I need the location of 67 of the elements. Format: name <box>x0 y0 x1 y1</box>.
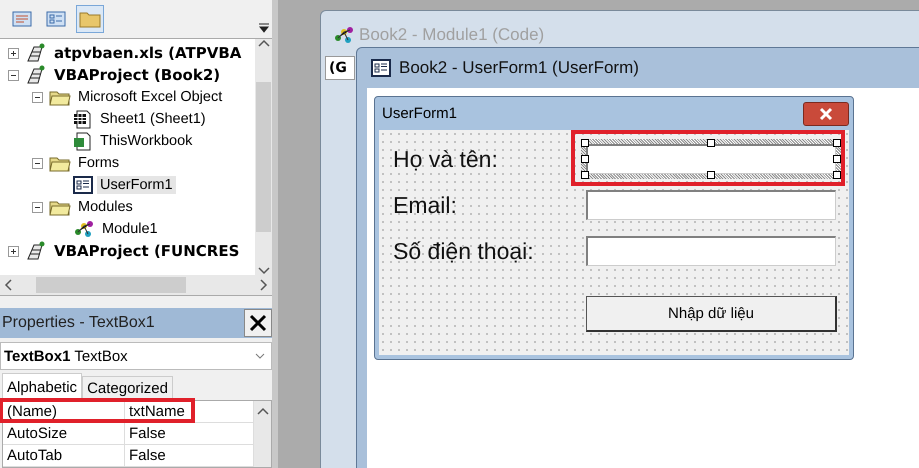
scroll-left-icon[interactable] <box>4 279 12 291</box>
text-box[interactable] <box>586 144 836 174</box>
scroll-up-icon[interactable] <box>256 407 268 415</box>
properties-tab[interactable]: Categorized <box>82 376 173 400</box>
close-button[interactable] <box>803 102 849 126</box>
tree-item[interactable]: VBAProject (FUNCRES <box>51 241 242 261</box>
expand-icon[interactable] <box>8 48 19 58</box>
tree-item[interactable]: VBAProject (Book2) <box>51 65 224 85</box>
folder-icon <box>79 10 101 28</box>
text-box[interactable] <box>586 236 836 266</box>
module-icon <box>73 220 95 238</box>
toggle-folders-button[interactable] <box>76 5 104 33</box>
tree-item[interactable]: Microsoft Excel Object <box>75 88 226 106</box>
dropdown-icon[interactable] <box>258 22 270 34</box>
caret-icon <box>255 353 265 359</box>
window-title: Book2 - UserForm1 (UserForm) <box>399 58 639 78</box>
scroll-right-icon[interactable] <box>260 279 268 291</box>
sheet-icon <box>73 109 93 129</box>
property-row[interactable]: AutoTab False <box>3 445 254 467</box>
project-icon <box>25 241 47 261</box>
tree-item[interactable]: UserForm1 <box>97 176 176 194</box>
form-icon <box>371 59 391 77</box>
workbook-icon <box>73 131 93 151</box>
scroll-up-icon[interactable] <box>258 39 270 47</box>
tree-item[interactable]: Modules <box>75 198 136 216</box>
object-selector[interactable]: TextBox1 TextBox <box>0 342 272 370</box>
panel-title: Properties - TextBox1 <box>2 314 155 332</box>
vertical-scrollbar[interactable] <box>255 39 272 275</box>
tree-item[interactable]: Forms <box>75 154 122 172</box>
tree-item[interactable]: ThisWorkbook <box>97 132 196 150</box>
field-label: Số điện thoại: <box>393 238 535 264</box>
horizontal-scrollbar[interactable] <box>0 275 272 295</box>
close-button[interactable] <box>244 309 272 337</box>
collapse-icon[interactable] <box>8 70 19 80</box>
close-icon <box>819 106 833 120</box>
field-label: Email: <box>393 192 458 218</box>
resize-handle[interactable] <box>707 139 715 147</box>
property-row[interactable]: (Name) txtName <box>3 401 254 423</box>
expand-icon[interactable] <box>8 246 19 256</box>
object-dropdown[interactable]: (G <box>325 56 355 80</box>
window-title: Book2 - Module1 (Code) <box>359 25 544 45</box>
project-icon <box>25 65 47 85</box>
collapse-icon[interactable] <box>32 202 43 212</box>
tree-item[interactable]: Module1 <box>99 220 161 238</box>
field-label: Họ và tên: <box>393 146 499 172</box>
form-icon <box>46 11 66 27</box>
code-icon <box>12 11 32 27</box>
close-icon <box>248 313 268 333</box>
properties-tab[interactable]: Alphabetic <box>2 373 82 400</box>
resize-handle[interactable] <box>707 171 715 179</box>
text-box[interactable] <box>586 190 836 220</box>
scroll-down-icon[interactable] <box>258 267 270 275</box>
property-name: (Name) <box>3 401 125 422</box>
tree-item[interactable]: Sheet1 (Sheet1) <box>97 110 209 128</box>
form-icon <box>73 176 93 194</box>
form-caption: UserForm1 <box>382 105 458 122</box>
property-name: AutoTab <box>3 445 125 466</box>
module-icon <box>333 26 355 44</box>
object-label: TextBox1 TextBox <box>4 348 128 364</box>
property-name: AutoSize <box>3 423 125 444</box>
collapse-icon[interactable] <box>32 92 43 102</box>
collapse-icon[interactable] <box>32 158 43 168</box>
tree-item[interactable]: atpvbaen.xls (ATPVBA <box>51 43 244 63</box>
property-row[interactable]: AutoSize False <box>3 423 254 445</box>
submit-button[interactable]: Nhập dữ liệu <box>586 296 837 332</box>
vertical-scrollbar[interactable] <box>254 401 271 467</box>
project-icon <box>25 43 47 63</box>
